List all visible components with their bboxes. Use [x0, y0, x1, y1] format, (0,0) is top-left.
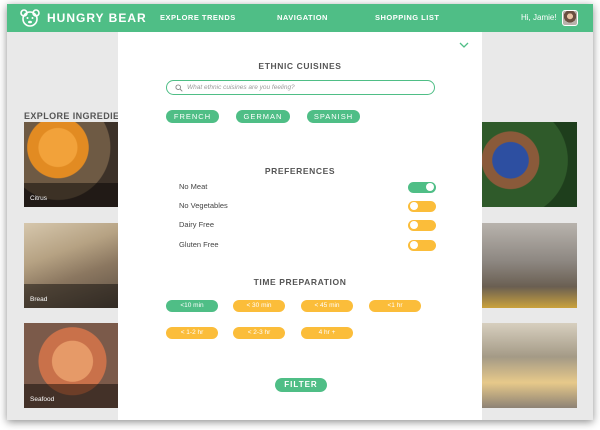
- preferences-title: PREFERENCES: [264, 166, 336, 176]
- nav-navigation[interactable]: NAVIGATION: [277, 13, 328, 22]
- preference-label: No Meat: [179, 182, 208, 191]
- preference-label: Dairy Free: [179, 220, 215, 229]
- toggle-knob: [410, 241, 418, 249]
- cuisine-search-box[interactable]: [166, 80, 435, 95]
- preference-toggle[interactable]: [408, 200, 436, 212]
- time-option-chip[interactable]: <10 min: [166, 300, 218, 312]
- user-greeting[interactable]: Hi, Jamie!: [521, 13, 557, 22]
- filter-modal: ETHNIC CUISINES FRENCH GERMAN SPANISH PR…: [118, 32, 482, 420]
- toggle-knob: [410, 202, 418, 210]
- preference-toggle[interactable]: [408, 239, 436, 251]
- nav-shopping-list[interactable]: SHOPPING LIST: [375, 13, 439, 22]
- top-navbar: HUNGRY BEAR EXPLORE TRENDS NAVIGATION SH…: [7, 4, 593, 32]
- avatar[interactable]: [562, 10, 578, 26]
- tile-label: Seafood: [30, 396, 55, 403]
- toggle-knob: [426, 183, 434, 191]
- time-option-chip[interactable]: < 2-3 hr: [233, 327, 285, 339]
- app-window: HUNGRY BEAR EXPLORE TRENDS NAVIGATION SH…: [7, 4, 593, 420]
- cuisine-chip-german[interactable]: GERMAN: [236, 110, 290, 123]
- chevron-down-icon[interactable]: [459, 41, 469, 49]
- brand-name[interactable]: HUNGRY BEAR: [47, 11, 147, 25]
- cuisines-title: ETHNIC CUISINES: [258, 61, 342, 71]
- ingredient-tile-blueberries[interactable]: [482, 122, 577, 207]
- tile-label: Citrus: [30, 195, 47, 202]
- toggle-knob: [410, 221, 418, 229]
- ingredient-tile-bread[interactable]: Bread: [24, 223, 121, 308]
- time-option-chip[interactable]: <1 hr: [369, 300, 421, 312]
- cuisine-chip-spanish[interactable]: SPANISH: [307, 110, 360, 123]
- time-option-chip[interactable]: < 45 min: [301, 300, 353, 312]
- filter-button[interactable]: FILTER: [275, 378, 327, 392]
- nav-explore-trends[interactable]: EXPLORE TRENDS: [160, 13, 236, 22]
- search-icon: [175, 84, 183, 92]
- ingredient-tile-cheese[interactable]: [482, 323, 577, 408]
- preference-toggle[interactable]: [408, 181, 436, 193]
- ingredient-tile-oil[interactable]: [482, 223, 577, 308]
- cuisine-search-input[interactable]: [187, 82, 427, 93]
- time-option-chip[interactable]: 4 hr +: [301, 327, 353, 339]
- tile-label: Bread: [30, 296, 48, 303]
- cuisine-chip-french[interactable]: FRENCH: [166, 110, 219, 123]
- bear-logo-icon[interactable]: [20, 9, 40, 27]
- preference-label: Gluten Free: [179, 240, 219, 249]
- time-preparation-title: TIME PREPARATION: [253, 277, 347, 287]
- time-option-chip[interactable]: < 1-2 hr: [166, 327, 218, 339]
- time-option-chip[interactable]: < 30 min: [233, 300, 285, 312]
- preference-label: No Vegetables: [179, 201, 228, 210]
- preference-toggle[interactable]: [408, 219, 436, 231]
- ingredient-tile-citrus[interactable]: Citrus: [24, 122, 121, 207]
- ingredient-tile-seafood[interactable]: Seafood: [24, 323, 121, 408]
